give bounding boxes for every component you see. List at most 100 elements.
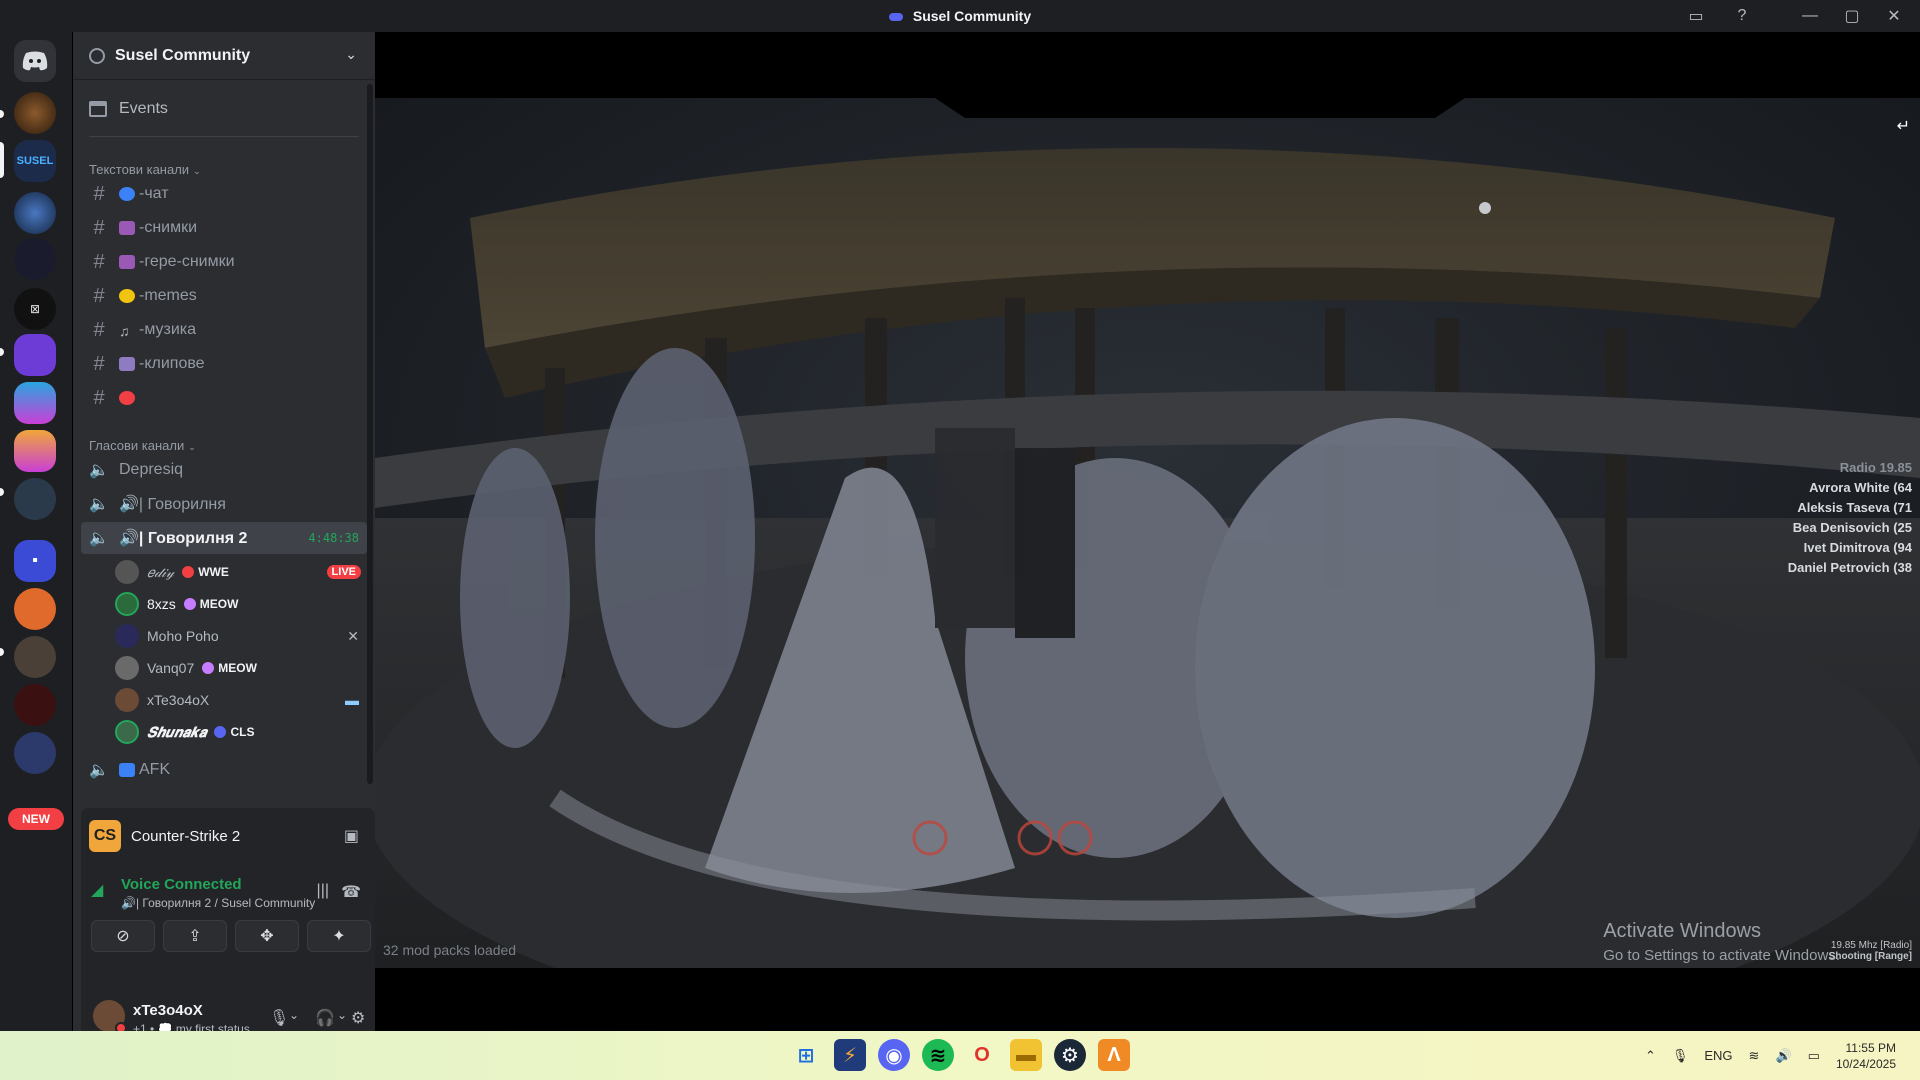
- user-tag: CLS: [214, 725, 254, 739]
- direct-messages-button[interactable]: [14, 40, 56, 82]
- server-folder-icon[interactable]: ▪: [14, 540, 56, 582]
- inbox-icon[interactable]: ▭: [1684, 4, 1708, 28]
- channel-memes[interactable]: # -memes: [81, 280, 367, 312]
- voice-status[interactable]: Voice Connected: [121, 876, 242, 893]
- server-icon-tdc-1[interactable]: [14, 382, 56, 424]
- windows-taskbar: ⊞ ⚡ ◉ ≋ O ▬ ⚙ Λ ⌃ 🎙 ENG ≋ 🔊 ▭ 11:55 PM 1…: [0, 1031, 1920, 1080]
- file-explorer-icon[interactable]: ▬: [1010, 1039, 1042, 1071]
- game-name: Counter-Strike 2: [131, 827, 241, 845]
- microphone-icon[interactable]: 🎙: [269, 1008, 289, 1028]
- voice-user[interactable]: 𝑺𝒉𝒖𝒏𝒂𝒌𝒂 CLS: [115, 718, 367, 746]
- voice-location[interactable]: 🔊| Говорилня 2 / Susel Community: [121, 896, 315, 910]
- radio-overlay: Radio 19.85 Avrora White (64 Aleksis Tas…: [1788, 458, 1912, 578]
- help-icon[interactable]: ?: [1730, 4, 1754, 28]
- battery-icon[interactable]: ▭: [1808, 1048, 1820, 1064]
- server-icon-vp[interactable]: [14, 478, 56, 520]
- app-icon-orange[interactable]: Λ: [1098, 1039, 1130, 1071]
- gear-icon[interactable]: ⚙: [351, 1008, 365, 1028]
- discord-taskbar-icon[interactable]: ◉: [878, 1039, 910, 1071]
- avatar[interactable]: [93, 1000, 127, 1034]
- server-icon-man[interactable]: [14, 636, 56, 678]
- category-text-channels[interactable]: Текстови канали ⌄: [89, 162, 201, 177]
- server-icon-purple[interactable]: [14, 334, 56, 376]
- hash-icon: #: [93, 284, 105, 307]
- activity-panel[interactable]: CS Counter-Strike 2 ▣: [81, 808, 375, 864]
- maximize-button[interactable]: ▢: [1836, 4, 1868, 28]
- volume-icon[interactable]: 🔊: [1775, 1048, 1791, 1064]
- unread-pill: [0, 488, 4, 496]
- chevron-down-icon[interactable]: ⌄: [289, 1008, 299, 1022]
- close-button[interactable]: ✕: [1878, 4, 1910, 28]
- voice-user[interactable]: 8xzs MEOW: [115, 590, 367, 618]
- voice-user[interactable]: Moho Poho ✕: [115, 622, 367, 650]
- wifi-icon[interactable]: ≋: [1749, 1048, 1760, 1064]
- category-voice-channels[interactable]: Гласови канали ⌄: [89, 438, 196, 453]
- server-icon-orange[interactable]: [14, 588, 56, 630]
- camera-off-button[interactable]: ⊘: [91, 920, 155, 952]
- chevron-down-icon[interactable]: ⌄: [337, 1008, 347, 1022]
- server-icon-susel[interactable]: SUSEL: [14, 140, 56, 182]
- voice-channel-govorilnya-2[interactable]: 🔈 🔊| Говорилня 2 4:48:38: [81, 522, 367, 554]
- server-icon-1[interactable]: [14, 92, 56, 134]
- opera-icon[interactable]: O: [966, 1039, 998, 1071]
- microphone-icon[interactable]: 🎙: [1672, 1048, 1689, 1064]
- server-icon-blue[interactable]: [14, 732, 56, 774]
- voice-user[interactable]: xTe3o4oX ▬: [115, 686, 367, 714]
- hash-icon: #: [93, 216, 105, 239]
- music-note-icon: ♫: [119, 323, 130, 339]
- no-entry-icon: [119, 391, 135, 405]
- share-screen-button[interactable]: ⇪: [163, 920, 227, 952]
- channel-gere-snimki[interactable]: # -гере-снимки: [81, 246, 367, 278]
- voice-user[interactable]: 𝑒𝒹𝒾𝓎 WWE LIVE: [115, 558, 367, 586]
- game-stream[interactable]: ↵ Radio 19.85 Avrora White (64 Aleksis T…: [375, 98, 1920, 968]
- chevron-up-icon[interactable]: ⌃: [1645, 1048, 1656, 1064]
- voice-connection-panel: ◢ Voice Connected 🔊| Говорилня 2 / Susel…: [81, 864, 375, 988]
- windows-start-icon[interactable]: ⊞: [790, 1039, 822, 1071]
- app-icon-1[interactable]: ⚡: [834, 1039, 866, 1071]
- voice-channel-govorilnya[interactable]: 🔈 🔊| Говорилня: [81, 488, 367, 520]
- collapse-arrow-icon[interactable]: ↵: [1897, 116, 1910, 136]
- unread-pill: [0, 648, 4, 656]
- server-icon-twilight[interactable]: [14, 238, 56, 280]
- deafened-icon: ✕: [347, 627, 359, 644]
- channel-snimki[interactable]: # -снимки: [81, 212, 367, 244]
- activities-button[interactable]: ✥: [235, 920, 299, 952]
- voice-user[interactable]: Vanq07 MEOW: [115, 654, 367, 682]
- unread-pill: [0, 348, 4, 356]
- clapper-icon: [119, 357, 135, 371]
- title-bar: Susel Community ▭ ? — ▢ ✕: [0, 0, 1920, 32]
- voice-channel-afk[interactable]: 🔈 AFK: [81, 754, 367, 786]
- channel-chat[interactable]: # -чат: [81, 178, 367, 210]
- steam-icon[interactable]: ⚙: [1054, 1039, 1086, 1071]
- username[interactable]: xTe3o4oX: [133, 1002, 203, 1019]
- server-icon-tdc-2[interactable]: [14, 430, 56, 472]
- noise-suppression-icon[interactable]: |||: [317, 882, 329, 900]
- voice-channel-depresiq[interactable]: 🔈 Depresiq: [81, 454, 367, 486]
- camera-off-icon: ⊘: [116, 928, 130, 945]
- server-icon-lspd[interactable]: [14, 192, 56, 234]
- channel-nsfw[interactable]: #: [81, 382, 367, 414]
- server-header[interactable]: Susel Community ⌄: [73, 32, 375, 80]
- chevron-down-icon[interactable]: ⌄: [345, 46, 357, 63]
- signal-icon[interactable]: ◢: [91, 880, 113, 902]
- spotify-icon[interactable]: ≋: [922, 1039, 954, 1071]
- bed-icon: [119, 763, 135, 777]
- clock[interactable]: 11:55 PM 10/24/2025: [1836, 1040, 1896, 1072]
- channel-muzika[interactable]: # ♫ -музика: [81, 314, 367, 346]
- avatar: [115, 720, 139, 744]
- soundboard-button[interactable]: ✦: [307, 920, 371, 952]
- screen-share-icon[interactable]: ▣: [344, 826, 359, 846]
- language-indicator[interactable]: ENG: [1704, 1048, 1732, 1063]
- minimize-button[interactable]: —: [1794, 4, 1826, 28]
- counter-strike-icon: CS: [89, 820, 121, 852]
- radio-member: Ivet Dimitrova (94: [1803, 540, 1912, 555]
- channel-klipove[interactable]: # -клипове: [81, 348, 367, 380]
- events-item[interactable]: Events: [89, 100, 168, 118]
- disconnect-icon[interactable]: ☎: [341, 882, 361, 902]
- speaker-icon: 🔈: [89, 762, 109, 779]
- skull-icon: [182, 566, 195, 578]
- server-icon-dark[interactable]: ⊠: [14, 288, 56, 330]
- headphones-icon[interactable]: 🎧: [315, 1008, 335, 1028]
- scrollbar[interactable]: [367, 84, 373, 784]
- server-icon-red[interactable]: [14, 684, 56, 726]
